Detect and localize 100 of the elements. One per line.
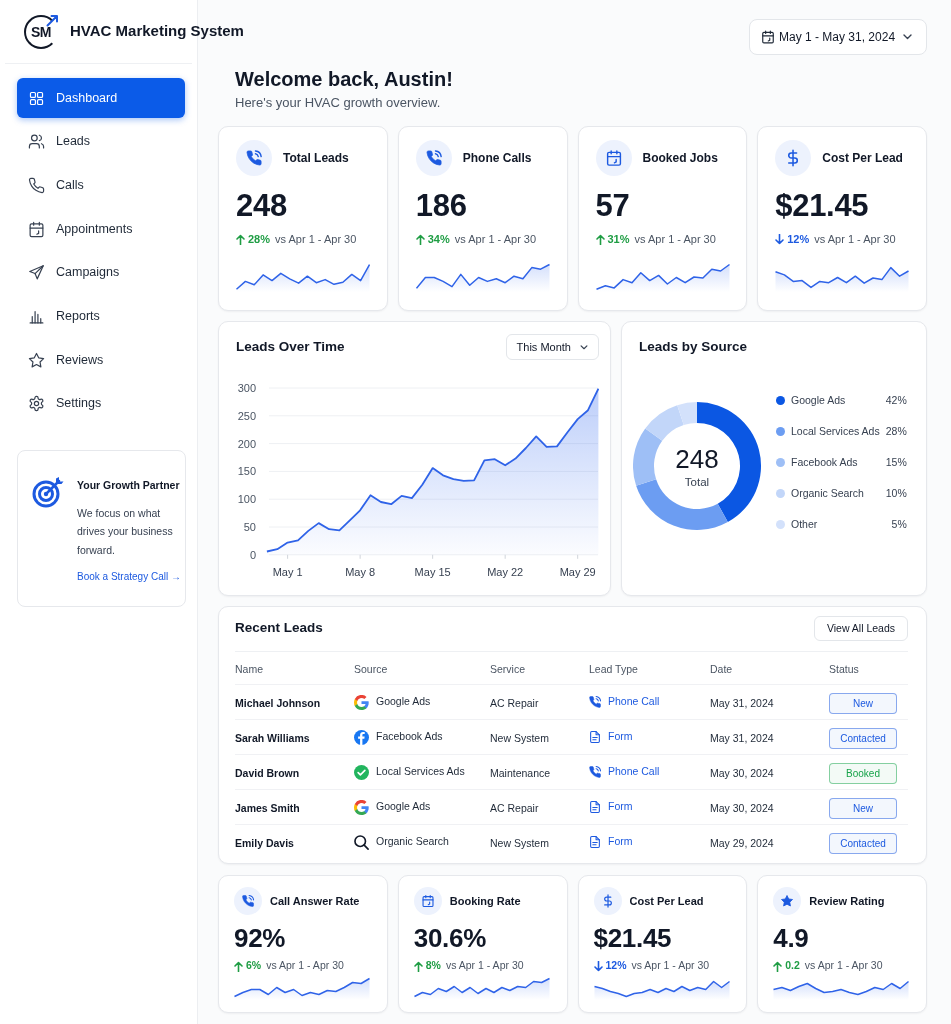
- phone-icon: [28, 176, 45, 194]
- view-all-leads-button[interactable]: View All Leads: [813, 616, 908, 641]
- metric-value: 186: [415, 188, 467, 224]
- change-value: 12%: [605, 958, 627, 974]
- nav-item[interactable]: Calls: [17, 165, 185, 206]
- metric-title: Booked Jobs: [642, 150, 718, 167]
- metric-title: Review Rating: [809, 893, 885, 909]
- column-header: Source: [354, 663, 388, 675]
- chevron-down-icon: [580, 344, 588, 350]
- source-label: Facebook Ads: [376, 729, 443, 745]
- logo: SM: [24, 14, 58, 49]
- change-value: 8%: [425, 958, 441, 974]
- lead-type-label: Phone Call: [608, 764, 660, 780]
- column-header: Date: [710, 663, 733, 675]
- nav-item[interactable]: Reviews: [17, 340, 185, 381]
- lead-type-label: Phone Call: [608, 694, 660, 710]
- lead-date: May 31, 2024: [710, 697, 774, 709]
- metric-value: 57: [595, 188, 630, 224]
- nav-item[interactable]: Reports: [17, 296, 185, 337]
- x-axis-label: May 22: [487, 566, 524, 578]
- nav-item[interactable]: Campaigns: [17, 252, 185, 293]
- phone-icon: [589, 696, 601, 708]
- y-axis-label: 300: [237, 382, 256, 394]
- app-title: HVAC Marketing System: [70, 21, 244, 42]
- dollar-icon: [775, 140, 812, 176]
- lead-date: May 30, 2024: [710, 802, 774, 814]
- period-dropdown[interactable]: This Month: [505, 334, 599, 360]
- metric-title: Booking Rate: [449, 893, 521, 909]
- lead-type-label: Form: [608, 834, 633, 850]
- calendar-icon: [28, 220, 45, 238]
- multicolor-g-icon: [354, 799, 369, 815]
- source-label: Organic Search: [376, 834, 449, 850]
- settings-icon: [28, 395, 45, 413]
- phone-icon: [589, 766, 601, 778]
- metric-title: Cost Per Lead: [629, 893, 704, 909]
- service-label: AC Repair: [490, 802, 539, 814]
- comparison-text: vs Apr 1 - Apr 30: [454, 231, 537, 247]
- lead-name: David Brown: [235, 767, 300, 779]
- nav-item[interactable]: Dashboard: [17, 78, 185, 118]
- dollar-icon: [593, 887, 622, 915]
- lead-date: May 29, 2024: [710, 837, 774, 850]
- grid-icon: [28, 89, 45, 107]
- y-axis-label: 250: [237, 409, 256, 422]
- f-circle-icon: [354, 729, 369, 745]
- change-value: 0.2: [785, 958, 800, 974]
- y-axis-label: 100: [237, 493, 256, 506]
- y-axis-label: 200: [237, 437, 256, 450]
- promo-title: Your Growth Partner: [77, 478, 180, 492]
- comparison-text: vs Apr 1 - Apr 30: [804, 958, 883, 974]
- source-label: Google Ads: [376, 799, 431, 815]
- phone-icon: [236, 140, 272, 176]
- status-badge: Contacted: [829, 728, 897, 749]
- metric-value: 4.9: [773, 923, 809, 953]
- legend-label: Facebook Ads: [791, 454, 858, 470]
- metric-value: $21.45: [775, 188, 869, 224]
- document-icon: [589, 731, 601, 743]
- service-label: New System: [490, 732, 549, 744]
- legend-value: 5%: [891, 516, 907, 532]
- y-axis-label: 0: [249, 548, 256, 561]
- strategy-call-link[interactable]: Book a Strategy Call →: [77, 570, 181, 584]
- legend-value: 28%: [885, 423, 907, 439]
- x-axis-label: May 8: [345, 566, 376, 578]
- table-title: Recent Leads: [235, 619, 323, 638]
- nav-item[interactable]: Appointments: [17, 209, 185, 250]
- check-circle-icon: [354, 764, 369, 780]
- legend-value: 42%: [885, 392, 907, 408]
- lead-name: Emily Davis: [235, 837, 294, 850]
- comparison-text: vs Apr 1 - Apr 30: [445, 958, 524, 974]
- users-icon: [28, 133, 45, 151]
- document-icon: [589, 801, 601, 813]
- source-label: Local Services Ads: [376, 764, 465, 780]
- calendar-icon: [413, 887, 442, 915]
- nav-item[interactable]: Leads: [17, 121, 185, 162]
- service-label: Maintenance: [490, 767, 551, 779]
- change-value: 34%: [427, 231, 450, 247]
- x-axis-label: May 1: [272, 566, 303, 578]
- calendar-icon: [595, 140, 632, 176]
- x-axis-label: May 29: [559, 566, 596, 578]
- metric-value: 92%: [234, 923, 286, 953]
- search-icon: [354, 834, 369, 850]
- lead-date: May 30, 2024: [710, 767, 774, 779]
- status-badge: New: [829, 693, 897, 714]
- service-label: AC Repair: [490, 697, 539, 709]
- x-axis-label: May 15: [414, 566, 451, 578]
- metric-title: Call Answer Rate: [270, 893, 360, 909]
- lead-date: May 31, 2024: [710, 732, 774, 744]
- chart-title: Leads by Source: [639, 337, 748, 356]
- date-range-picker[interactable]: May 1 - May 31, 2024: [749, 19, 927, 55]
- welcome-title: Welcome back, Austin!: [235, 67, 453, 91]
- status-badge: Booked: [829, 763, 897, 784]
- multicolor-g-icon: [354, 694, 369, 710]
- column-header: Name: [235, 663, 263, 675]
- change-value: 12%: [787, 231, 810, 247]
- phone-icon: [234, 887, 262, 915]
- lead-name: James Smith: [235, 802, 300, 814]
- welcome-subtitle: Here's your HVAC growth overview.: [235, 95, 441, 111]
- comparison-text: vs Apr 1 - Apr 30: [814, 231, 896, 247]
- legend-value: 15%: [885, 454, 907, 470]
- nav-item[interactable]: Settings: [17, 383, 185, 424]
- legend-label: Organic Search: [791, 485, 864, 501]
